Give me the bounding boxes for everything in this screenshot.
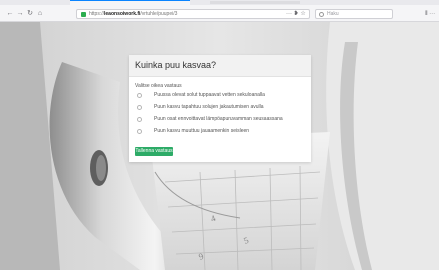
search-placeholder: Haku: [327, 11, 339, 17]
radio-button[interactable]: [137, 117, 142, 122]
forward-icon[interactable]: →: [16, 10, 24, 18]
library-icon[interactable]: ⫴ ⋯: [425, 10, 435, 18]
answer-label: Puun kasvu muuttuu jauaamenkin seisleen: [154, 128, 250, 134]
url-text: https://leaonsoiwork.fi/vrtuhle/puupei/3: [89, 11, 178, 17]
answer-option-1[interactable]: Puussa olevat solut tuppaavat vetten sek…: [135, 92, 305, 99]
radio-button[interactable]: [137, 105, 142, 110]
search-icon: [319, 12, 324, 17]
submit-answer-button[interactable]: Tallenna vastaus: [135, 147, 173, 156]
reload-icon[interactable]: ↻: [26, 10, 34, 18]
radio-button[interactable]: [137, 129, 142, 134]
active-tab[interactable]: [70, 0, 190, 5]
home-icon[interactable]: ⌂: [36, 10, 44, 18]
answer-option-3[interactable]: Puun osat ennvoittavat lämpöapuruvamman …: [135, 116, 305, 123]
page-content: 4 5 9 Kuinka puu kasvaa? Valitse oikea v…: [0, 22, 439, 270]
url-bar[interactable]: https://leaonsoiwork.fi/vrtuhle/puupei/3: [76, 9, 310, 19]
browser-toolbar: ← → ↻ ⌂ https://leaonsoiwork.fi/vrtuhle/…: [0, 0, 439, 22]
page-actions-icon[interactable]: ··· ❥ ☆: [286, 10, 306, 18]
tab-strip: [0, 0, 439, 5]
answer-label: Puussa olevat solut tuppaavat vetten sek…: [154, 92, 265, 98]
answer-option-4[interactable]: Puun kasvu muuttuu jauaamenkin seisleen: [135, 128, 305, 135]
answer-label: Puun osat ennvoittavat lämpöapuruvamman …: [154, 116, 283, 122]
answer-option-2[interactable]: Puun kasvu tapahtuu solujen jakautumisen…: [135, 104, 305, 111]
back-icon[interactable]: ←: [6, 10, 14, 18]
modal-header: Kuinka puu kasvaa?: [129, 55, 311, 77]
modal-title: Kuinka puu kasvaa?: [135, 60, 217, 70]
background-tab[interactable]: [210, 1, 300, 4]
radio-button[interactable]: [137, 93, 142, 98]
lock-icon: [81, 12, 86, 17]
answer-label: Puun kasvu tapahtuu solujen jakautumisen…: [154, 104, 264, 110]
question-prompt: Valitse oikea vastaus: [135, 83, 182, 89]
question-modal: Kuinka puu kasvaa? Valitse oikea vastaus…: [129, 55, 311, 162]
search-input[interactable]: Haku: [315, 9, 393, 19]
